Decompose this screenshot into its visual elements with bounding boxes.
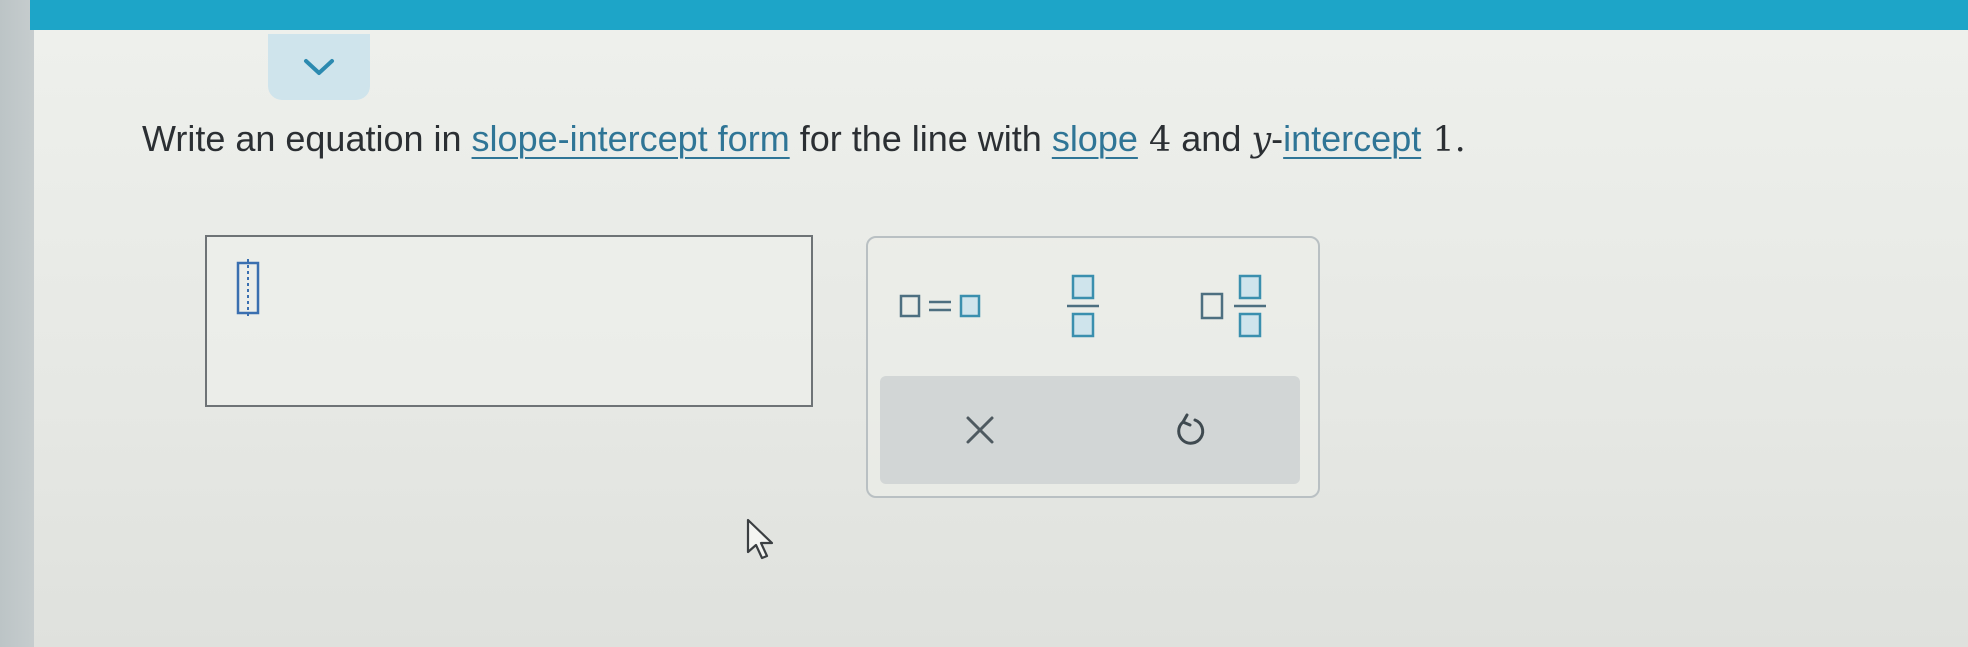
period: . <box>1454 120 1466 160</box>
question-text-part: Write an equation in <box>142 118 472 159</box>
undo-icon <box>1177 413 1205 445</box>
equals-template-button[interactable]: □=□ <box>888 276 998 336</box>
math-palette: □=□ □/□ □ □/□ × <box>866 236 1320 498</box>
question-text: Write an equation in slope-intercept for… <box>142 118 1642 160</box>
slope-link[interactable]: slope <box>1052 118 1138 159</box>
mouse-pointer-icon <box>746 518 774 560</box>
slope-value: 4 <box>1137 120 1172 160</box>
answer-input[interactable] <box>205 235 813 407</box>
header-bar <box>30 0 1968 30</box>
hyphen: - <box>1271 118 1284 159</box>
question-text-part: for the line with <box>789 118 1052 159</box>
clear-button[interactable]: × <box>900 376 1060 484</box>
intercept-value: 1 <box>1421 120 1455 160</box>
undo-button[interactable] <box>1110 376 1270 484</box>
mixed-number-icon <box>1200 274 1266 338</box>
y-variable: y <box>1251 120 1272 160</box>
equals-template-icon <box>899 294 981 318</box>
collapse-toggle-button[interactable] <box>268 34 370 100</box>
intercept-link[interactable]: intercept <box>1283 118 1421 159</box>
question-text-part: and <box>1171 118 1252 159</box>
action-bar: × <box>880 376 1300 484</box>
slope-intercept-form-link[interactable]: slope-intercept form <box>472 118 790 159</box>
fraction-icon <box>1067 274 1099 338</box>
fraction-template-button[interactable]: □/□ <box>1048 266 1118 346</box>
chevron-down-icon <box>304 59 334 75</box>
mixed-number-template-button[interactable]: □ □/□ <box>1186 266 1286 346</box>
close-icon <box>966 416 994 444</box>
input-cursor-icon <box>236 259 260 317</box>
